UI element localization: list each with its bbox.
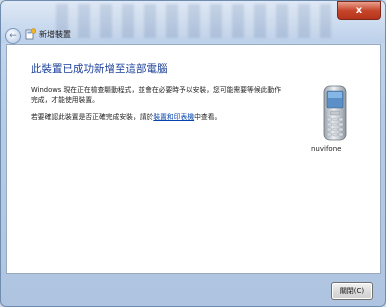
- device-name-label: nuvifone: [311, 145, 342, 153]
- window-title: 新增裝置: [39, 30, 71, 39]
- add-device-icon: [25, 28, 36, 40]
- close-button[interactable]: 關閉(C): [331, 282, 373, 300]
- devices-and-printers-link[interactable]: 裝置和印表機: [153, 113, 194, 121]
- close-icon: x: [355, 5, 363, 16]
- title-bar: ← 新增裝置 x: [1, 1, 385, 44]
- back-arrow-icon: ←: [9, 30, 17, 41]
- driver-info-text: Windows 現在正在檢查驅動程式，並會在必要時予以安裝，您可能需要等候此動作…: [31, 86, 281, 104]
- verify-info-text: 若要確認此裝置是否正確完成安裝，請於裝置和印表機中查看。: [31, 112, 301, 122]
- window-close-button[interactable]: x: [337, 1, 381, 20]
- dialog-footer: 關閉(C): [6, 273, 379, 303]
- blurred-background-strip: [56, 4, 331, 38]
- mobile-phone-icon: [323, 85, 347, 141]
- verify-info-suffix: 中查看。: [194, 113, 222, 121]
- content-panel: 此裝置已成功新增至這部電腦 Windows 現在正在檢查驅動程式，並會在必要時予…: [6, 44, 381, 274]
- back-button[interactable]: ←: [5, 28, 21, 44]
- add-device-dialog: ← 新增裝置 x 此裝置已成功新增至這部電腦 Windows 現在正在檢查驅動程…: [0, 0, 386, 307]
- verify-info-prefix: 若要確認此裝置是否正確完成安裝，請於: [31, 113, 154, 121]
- page-heading: 此裝置已成功新增至這部電腦: [31, 63, 168, 75]
